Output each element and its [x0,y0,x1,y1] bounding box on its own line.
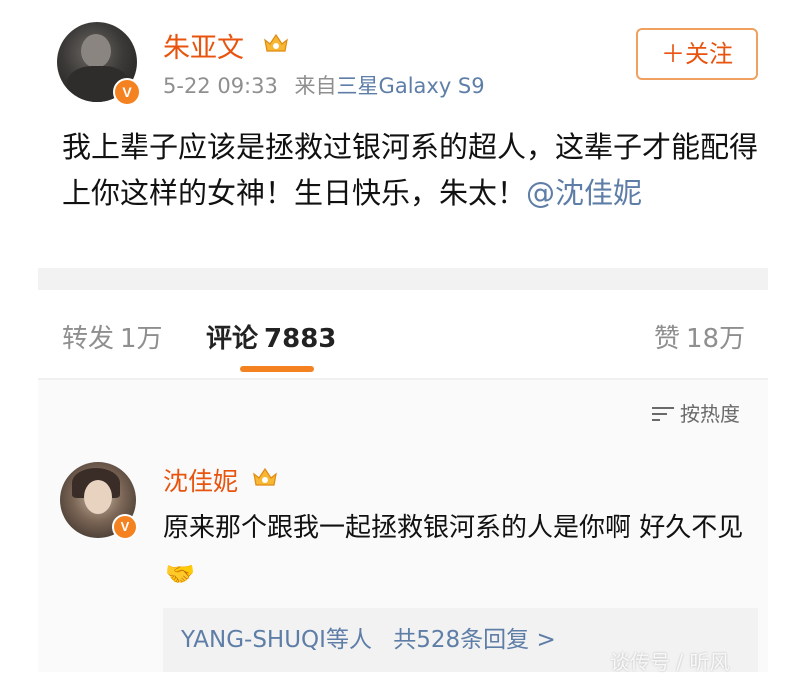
commenter-name[interactable]: 沈佳妮 [163,462,238,498]
weibo-post: V 朱亚文 5-22 09:33 来自三星Galaxy S9 ＋关注 我上辈子应… [0,0,805,268]
watermark: 谈传号 / 听风 [610,650,730,674]
source-prefix: 来自 [294,74,337,98]
replies-total: 共528条回复 > [393,627,556,653]
comment-body: 原来那个跟我一起拯救银河系的人是你啊 好久不见 [163,513,744,543]
handshake-emoji-icon: 🤝 [165,560,195,588]
comment-text: 原来那个跟我一起拯救银河系的人是你啊 好久不见 🤝 [163,506,753,596]
poster-name[interactable]: 朱亚文 [163,26,244,65]
comments-label: 评论 [206,324,259,354]
crown-member-icon [253,467,277,486]
tab-reposts[interactable]: 转发 1万 [62,318,163,355]
comments-count: 7883 [264,324,337,354]
repost-label: 转发 [62,324,115,354]
tab-likes[interactable]: 赞 18万 [654,318,745,355]
post-text: 我上辈子应该是拯救过银河系的超人，这辈子才能配得上你这样的女神！生日快乐，朱太！… [62,124,762,216]
post-meta: 5-22 09:33 来自三星Galaxy S9 [163,70,485,100]
active-tab-indicator [240,366,314,372]
sort-by-hot-button[interactable]: 按热度 [652,398,740,427]
post-time: 5-22 09:33 [163,74,278,98]
tab-comments[interactable]: 评论 7883 [206,318,336,355]
follow-button[interactable]: ＋关注 [636,28,758,80]
avatar-figure-face [84,480,112,514]
device-link[interactable]: 三星Galaxy S9 [337,74,485,98]
crown-member-icon [264,33,288,52]
verified-badge-icon: V [112,514,138,540]
sort-label: 按热度 [680,402,740,426]
avatar-figure-head [81,34,111,68]
stats-tabs: 转发 1万 评论 7883 赞 18万 [0,290,805,380]
repost-count: 1万 [120,324,163,354]
post-text-main: 我上辈子应该是拯救过银河系的超人，这辈子才能配得上你这样的女神！生日快乐，朱太！ [62,130,759,210]
likes-label: 赞 [654,324,681,354]
verified-badge-icon: V [113,78,141,106]
sort-icon [652,406,674,422]
section-divider [38,268,768,290]
likes-count: 18万 [686,324,746,354]
replies-users: YANG-SHUQI等人 [181,627,372,653]
mention-link[interactable]: @沈佳妮 [526,176,642,210]
